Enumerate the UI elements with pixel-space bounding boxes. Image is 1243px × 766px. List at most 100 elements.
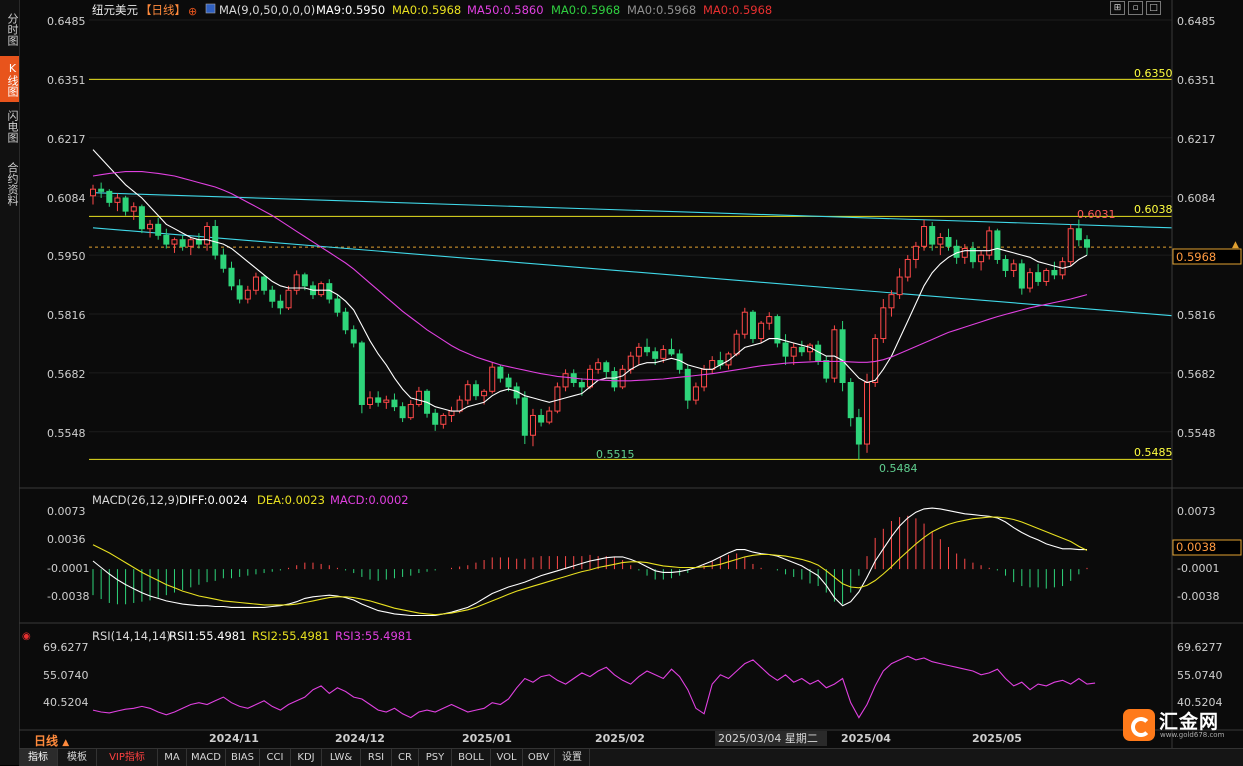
candle-body: [554, 386, 561, 412]
date-tick: 2025/01: [462, 732, 512, 745]
toolbar-settings[interactable]: 设置: [555, 749, 590, 766]
candle-body: [301, 274, 308, 287]
candle-body: [448, 410, 455, 416]
date-tick: 2025/02: [595, 732, 645, 745]
level-lines: [89, 78, 1172, 460]
rsi-tick: 55.0740: [43, 669, 89, 682]
timeframe-selector[interactable]: 日线 ▲: [34, 732, 69, 749]
date-axis: 2024/11 2024/12 2025/01 2025/02 2025/04 …: [209, 732, 1022, 745]
candle-body: [831, 329, 838, 379]
trendlines: [92, 192, 1173, 317]
ma50-line: [92, 171, 1088, 382]
candle-body: [195, 239, 202, 245]
grid-layout-icon[interactable]: ⊞: [1110, 1, 1125, 15]
candle-body: [741, 311, 748, 335]
maximize-icon[interactable]: □: [1146, 1, 1161, 15]
toolbar-boll[interactable]: BOLL: [452, 749, 491, 766]
candle-body: [497, 366, 504, 379]
candle-body: [415, 390, 422, 405]
rsi1-value: RSI1:55.4981: [169, 629, 246, 643]
candle-body: [578, 382, 585, 388]
candle-body: [790, 346, 797, 357]
candle-body: [635, 346, 642, 357]
restore-icon[interactable]: ▫: [1128, 1, 1143, 15]
rsi-tick: 55.0740: [1177, 669, 1223, 682]
candle-body: [1010, 263, 1017, 271]
legend-ma50: MA50:0.5860: [467, 3, 544, 17]
candle-body: [89, 188, 97, 197]
toolbar-lwr[interactable]: LW&: [322, 749, 361, 766]
macd-title: MACD(26,12,9): [92, 493, 179, 507]
candle-body: [701, 368, 708, 388]
candle-body: [733, 333, 740, 355]
price-tick: 0.6084: [1177, 192, 1216, 205]
macd-tick: 0.0036: [47, 533, 86, 546]
rsi-tick: 69.6277: [1177, 641, 1223, 654]
price-tick: 0.5816: [47, 309, 86, 322]
toolbar-ma[interactable]: MA: [158, 749, 187, 766]
toolbar-bias[interactable]: BIAS: [226, 749, 260, 766]
price-tick: 0.5682: [1177, 368, 1216, 381]
toolbar-templates[interactable]: 模板: [58, 749, 97, 766]
symbol-title: 纽元美元: [92, 3, 138, 17]
candle-body: [464, 384, 471, 401]
candle-body: [358, 342, 365, 405]
logo-url: www.gold678.com: [1160, 731, 1225, 739]
candle-body: [179, 239, 186, 247]
candle-body: [212, 226, 219, 256]
rsi-title: RSI(14,14,14): [92, 629, 171, 643]
candle-body: [1043, 269, 1050, 282]
candle-body: [619, 368, 626, 388]
toolbar-indicators[interactable]: 指标: [19, 749, 58, 766]
candle-body: [269, 289, 276, 302]
candle-body: [456, 399, 463, 412]
rsi-settings-icon[interactable]: ◉: [22, 631, 31, 642]
candle-body: [98, 188, 105, 192]
rsi-panel: [92, 655, 1096, 719]
macd-axis: 0.0073 0.0036 -0.0001 -0.0038 0.0073 -0.…: [47, 505, 1219, 603]
candle-body: [1051, 269, 1058, 276]
date-tick: 2024/12: [335, 732, 385, 745]
tab-flash-chart[interactable]: 闪电图: [0, 102, 19, 150]
toolbar-cr[interactable]: CR: [392, 749, 419, 766]
toolbar-cci[interactable]: CCI: [260, 749, 291, 766]
tab-contract-info[interactable]: 合约资料: [0, 152, 19, 216]
chart-canvas[interactable]: 纽元美元 【日线】 ⊕ MA(9,0,50,0,0,0) MA9:0.5950 …: [19, 0, 1243, 748]
crosshair-date: 2025/03/04 星期二: [718, 732, 818, 745]
tab-timeshare[interactable]: 分时图: [0, 4, 19, 54]
price-tick: 0.5548: [1177, 427, 1216, 440]
candle-body: [114, 197, 121, 203]
candle-body: [130, 206, 137, 212]
candle-body: [481, 390, 488, 397]
candle-body: [375, 397, 382, 403]
toolbar-vip-indicators[interactable]: VIP指标: [97, 749, 158, 766]
candle-body: [986, 230, 993, 256]
macd-tick: -0.0001: [47, 562, 89, 575]
rsi-tick: 40.5204: [43, 696, 89, 709]
macd-tick: 0.0073: [1177, 505, 1216, 518]
toolbar-obv[interactable]: OBV: [523, 749, 555, 766]
toolbar-kdj[interactable]: KDJ: [291, 749, 322, 766]
toolbar-vol[interactable]: VOL: [491, 749, 523, 766]
candle-body: [383, 399, 390, 403]
candle-body: [929, 226, 936, 245]
rsi2-value: RSI2:55.4981: [252, 629, 329, 643]
candle-body: [538, 414, 545, 423]
rsi-line: [92, 655, 1096, 719]
candle-body: [627, 355, 634, 370]
toolbar-psy[interactable]: PSY: [419, 749, 452, 766]
toolbar-macd[interactable]: MACD: [187, 749, 226, 766]
candle-body: [529, 414, 536, 436]
candle-body: [138, 206, 145, 230]
candle-body: [472, 384, 479, 397]
candle-body: [220, 254, 227, 269]
plus-circle-icon[interactable]: ⊕: [188, 5, 197, 18]
candle-body: [847, 382, 854, 419]
candle-body: [692, 386, 699, 401]
candle-body: [684, 368, 691, 401]
indicator-settings-icon[interactable]: [205, 3, 216, 14]
candle-body: [489, 366, 496, 392]
toolbar-rsi[interactable]: RSI: [361, 749, 392, 766]
tab-kline[interactable]: K线图: [0, 56, 19, 102]
candle-body: [261, 276, 268, 291]
